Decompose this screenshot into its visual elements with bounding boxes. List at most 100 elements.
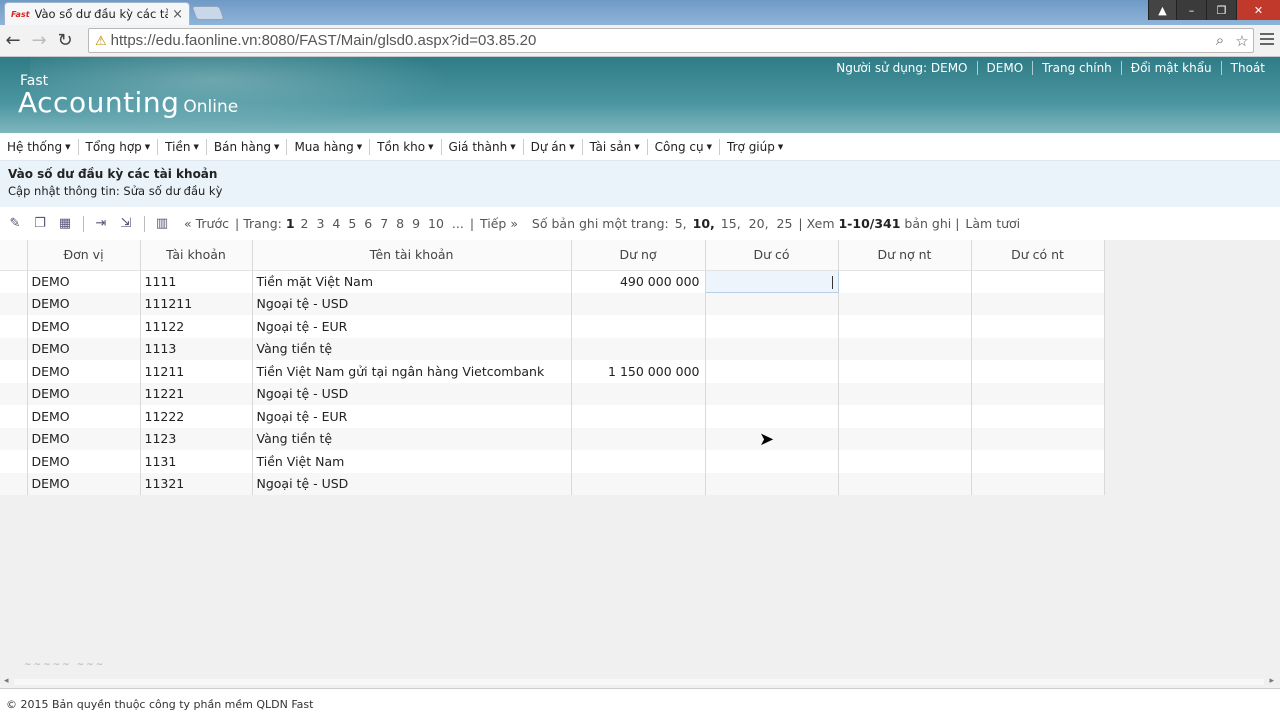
table-row[interactable]: DEMO 11122 Ngoại tệ - EUR: [0, 315, 1105, 338]
table-row[interactable]: DEMO 11321 Ngoại tệ - USD: [0, 472, 1105, 495]
page-size-10[interactable]: 10,: [693, 216, 715, 231]
cell-du-co[interactable]: [705, 472, 839, 495]
cell-du-no[interactable]: [571, 337, 706, 360]
horizontal-scrollbar[interactable]: ◂ ▸: [0, 676, 1280, 688]
bookmark-star-icon[interactable]: ☆: [1231, 32, 1253, 50]
table-row[interactable]: DEMO 1111 Tiền mặt Việt Nam 490 000 000: [0, 269, 1105, 293]
column-header-tai-khoan[interactable]: Tài khoản: [140, 240, 253, 271]
cell-du-no[interactable]: 490 000 000: [571, 270, 706, 293]
minimize-button[interactable]: –: [1176, 0, 1206, 20]
page-size-25[interactable]: 25: [777, 216, 793, 231]
cell-du-co-nt[interactable]: [971, 360, 1105, 383]
page-size-20[interactable]: 20,: [749, 216, 769, 231]
table-row[interactable]: DEMO 11222 Ngoại tệ - EUR: [0, 405, 1105, 428]
column-header-du-no-nt[interactable]: Dư nợ nt: [838, 240, 972, 271]
cell-du-co[interactable]: [705, 382, 839, 405]
cell-du-co-nt[interactable]: [971, 292, 1105, 315]
row-selector[interactable]: [0, 427, 28, 450]
import-icon[interactable]: ⇥: [92, 215, 110, 233]
prev-page-link[interactable]: « Trước: [184, 216, 229, 231]
cell-du-co-nt[interactable]: [971, 382, 1105, 405]
export-icon[interactable]: ⇲: [117, 215, 135, 233]
page-size-15[interactable]: 15,: [721, 216, 741, 231]
page-link-6[interactable]: 6: [364, 216, 372, 231]
scroll-right-icon[interactable]: ▸: [1269, 676, 1274, 686]
copy-icon[interactable]: ❐: [31, 215, 49, 233]
cell-du-co-nt[interactable]: [971, 450, 1105, 473]
maximize-button[interactable]: ❐: [1206, 0, 1236, 20]
table-row[interactable]: DEMO 11211 Tiền Việt Nam gửi tại ngân hàng…: [0, 360, 1105, 383]
browser-menu-icon[interactable]: [1260, 33, 1274, 47]
column-header-du-no[interactable]: Dư nợ: [571, 240, 706, 271]
logout-link[interactable]: Thoát: [1220, 61, 1274, 75]
cell-du-no-nt[interactable]: [838, 472, 972, 495]
back-button[interactable]: ←: [0, 28, 26, 54]
menu-he-thong[interactable]: Hệ thống ▼: [0, 138, 79, 155]
cell-du-co-nt[interactable]: [971, 270, 1105, 293]
table-row[interactable]: DEMO 1131 Tiền Việt Nam: [0, 450, 1105, 473]
reload-button[interactable]: ↻: [52, 28, 78, 54]
forward-button[interactable]: →: [26, 28, 52, 54]
page-link-2[interactable]: 2: [301, 216, 309, 231]
cell-du-no-nt[interactable]: [838, 270, 972, 293]
column-header-don-vi[interactable]: Đơn vị: [27, 240, 141, 271]
cell-du-no[interactable]: [571, 472, 706, 495]
cell-du-co[interactable]: [705, 292, 839, 315]
table-row[interactable]: DEMO 111211 Ngoại tệ - USD: [0, 292, 1105, 315]
table-row[interactable]: DEMO 1123 Vàng tiền tệ: [0, 427, 1105, 450]
change-password-link[interactable]: Đổi mật khẩu: [1120, 61, 1221, 75]
menu-gia-thanh[interactable]: Giá thành ▼: [442, 138, 524, 155]
scrollbar-thumb[interactable]: [14, 679, 1264, 685]
cell-du-co-nt[interactable]: [971, 472, 1105, 495]
cell-du-no[interactable]: [571, 427, 706, 450]
cell-du-co[interactable]: [705, 337, 839, 360]
cell-du-no-nt[interactable]: [838, 337, 972, 360]
menu-du-an[interactable]: Dự án ▼: [524, 138, 583, 155]
cell-du-co[interactable]: [705, 450, 839, 473]
grid-view-icon[interactable]: ▦: [56, 215, 74, 233]
page-link-3[interactable]: 3: [316, 216, 324, 231]
cell-du-co-nt[interactable]: [971, 405, 1105, 428]
cell-du-co-nt[interactable]: [971, 337, 1105, 360]
cell-du-no[interactable]: [571, 315, 706, 338]
cell-du-no-nt[interactable]: [838, 382, 972, 405]
cell-du-co-nt[interactable]: [971, 427, 1105, 450]
page-link-1[interactable]: 1: [286, 216, 295, 231]
menu-mua-hang[interactable]: Mua hàng ▼: [287, 138, 371, 155]
cell-du-no[interactable]: [571, 292, 706, 315]
row-selector[interactable]: [0, 292, 28, 315]
cell-du-no-nt[interactable]: [838, 315, 972, 338]
row-selector[interactable]: [0, 450, 28, 473]
column-header-ten-tai-khoan[interactable]: Tên tài khoản: [252, 240, 572, 271]
cell-du-no-nt[interactable]: [838, 405, 972, 428]
column-header-du-co-nt[interactable]: Dư có nt: [971, 240, 1105, 271]
row-selector[interactable]: [0, 405, 28, 428]
table-row[interactable]: DEMO 1113 Vàng tiền tệ: [0, 337, 1105, 360]
page-link-7[interactable]: 7: [380, 216, 388, 231]
menu-tien[interactable]: Tiền ▼: [158, 138, 207, 155]
home-link[interactable]: Trang chính: [1032, 61, 1121, 75]
row-selector[interactable]: [0, 382, 28, 405]
next-page-link[interactable]: Tiếp »: [480, 216, 518, 231]
cell-du-no[interactable]: [571, 450, 706, 473]
column-header-du-co[interactable]: Dư có: [705, 240, 839, 271]
cell-du-co-nt[interactable]: [971, 315, 1105, 338]
zoom-icon[interactable]: ⌕: [1209, 32, 1231, 49]
browser-tab[interactable]: Fast Vào sổ dư đầu kỳ các tài k ×: [4, 2, 190, 25]
new-tab-button[interactable]: [191, 6, 225, 20]
fast-accounting-logo[interactable]: Fast Accounting Online: [18, 73, 238, 117]
cell-du-no[interactable]: [571, 382, 706, 405]
row-selector[interactable]: [0, 337, 28, 360]
page-link-8[interactable]: 8: [396, 216, 404, 231]
menu-cong-cu[interactable]: Công cụ ▼: [648, 138, 721, 155]
cell-du-co[interactable]: [705, 315, 839, 338]
page-link-5[interactable]: 5: [348, 216, 356, 231]
row-selector[interactable]: [0, 270, 28, 293]
user-profile-icon[interactable]: ▲: [1148, 0, 1176, 20]
row-selector[interactable]: [0, 315, 28, 338]
cell-du-co[interactable]: [704, 269, 839, 293]
security-warning-icon[interactable]: ⚠: [95, 33, 107, 49]
menu-tro-giup[interactable]: Trợ giúp ▼: [720, 139, 790, 155]
menu-ton-kho[interactable]: Tồn kho ▼: [370, 138, 442, 155]
menu-ban-hang[interactable]: Bán hàng ▼: [207, 138, 288, 155]
